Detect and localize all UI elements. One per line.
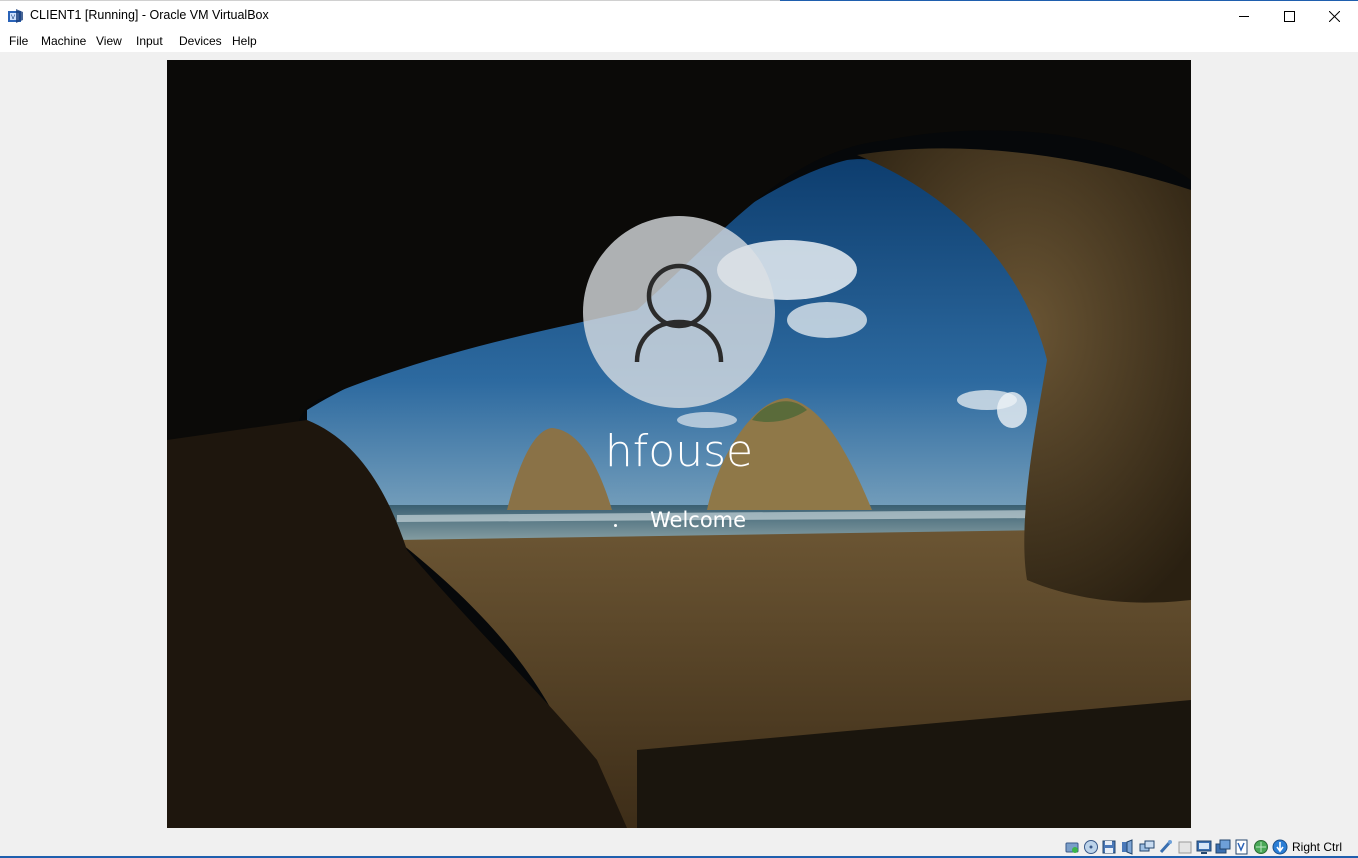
network-icon[interactable] [1139, 839, 1155, 855]
maximize-icon [1284, 10, 1295, 22]
video-capture-icon[interactable] [1215, 839, 1231, 855]
user-avatar [583, 216, 775, 408]
status-bar: Right Ctrl [0, 836, 1358, 858]
virtualization-icon[interactable] [1234, 839, 1250, 855]
usb-icon[interactable] [1158, 839, 1174, 855]
user-icon [634, 263, 724, 363]
welcome-text: Welcome [650, 508, 747, 532]
floppy-icon[interactable] [1101, 839, 1117, 855]
close-icon [1329, 10, 1340, 22]
audio-icon[interactable] [1120, 839, 1136, 855]
menu-devices[interactable]: Devices [179, 34, 222, 48]
optical-drive-icon[interactable] [1083, 839, 1099, 855]
minimize-button[interactable] [1222, 1, 1267, 31]
menu-input[interactable]: Input [136, 34, 163, 48]
title-bar: V CLIENT1 [Running] - Oracle VM VirtualB… [0, 0, 1358, 31]
hard-disk-icon[interactable] [1064, 839, 1080, 855]
guest-display[interactable]: hfouse Welcome [167, 60, 1191, 828]
window-title: CLIENT1 [Running] - Oracle VM VirtualBox [30, 8, 269, 22]
menu-file[interactable]: File [9, 34, 28, 48]
menu-view[interactable]: View [96, 34, 122, 48]
keyboard-capture-icon[interactable] [1272, 839, 1288, 855]
maximize-button[interactable] [1267, 1, 1312, 31]
minimize-icon [1239, 15, 1249, 17]
username-label: hfouse [604, 426, 754, 477]
shared-folders-icon[interactable] [1177, 839, 1193, 855]
menu-machine[interactable]: Machine [41, 34, 86, 48]
close-button[interactable] [1312, 1, 1357, 31]
cpu-icon[interactable] [1253, 839, 1269, 855]
menu-bar: File Machine View Input Devices Help [0, 30, 1358, 52]
progress-spinner-icon [614, 524, 617, 527]
sign-in-status: Welcome [167, 506, 1191, 536]
virtualbox-window: V CLIENT1 [Running] - Oracle VM VirtualB… [0, 0, 1358, 858]
virtualbox-icon[interactable]: V [7, 8, 24, 25]
display-icon[interactable] [1196, 839, 1212, 855]
host-key-label[interactable]: Right Ctrl [1292, 840, 1342, 854]
menu-help[interactable]: Help [232, 34, 257, 48]
